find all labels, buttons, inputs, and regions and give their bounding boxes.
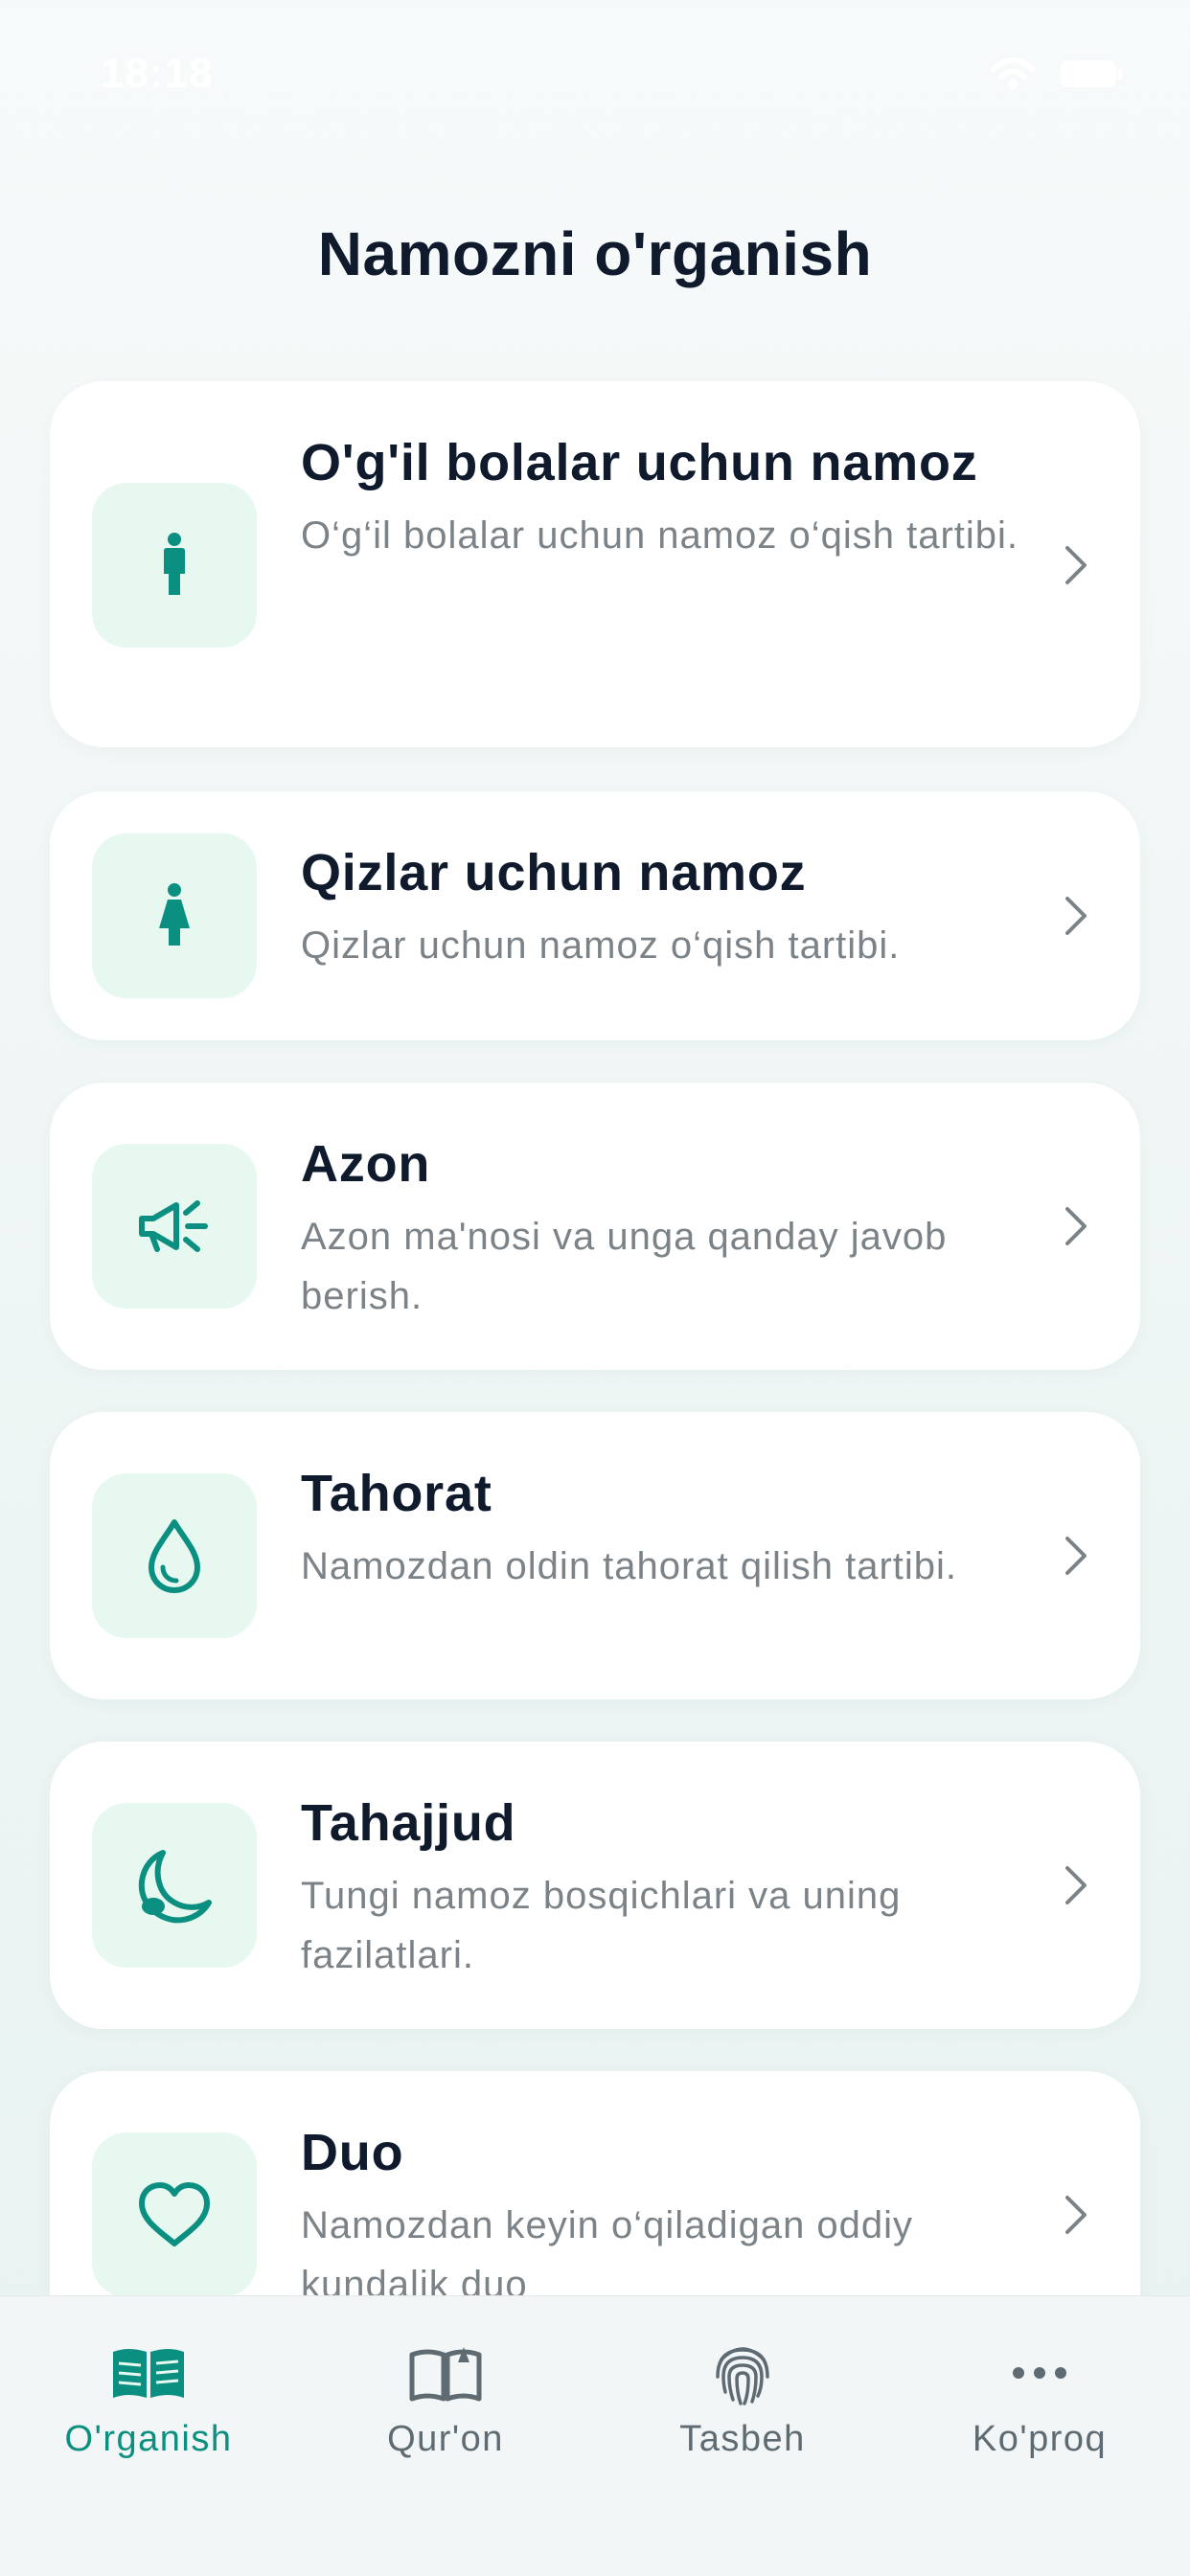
quran-book-icon xyxy=(409,2347,482,2402)
wifi-icon xyxy=(991,57,1035,89)
fingerprint-icon xyxy=(716,2347,769,2405)
card-title: Tahorat xyxy=(301,1465,492,1522)
heart-icon xyxy=(139,2182,210,2246)
card-description: Azon ma'nosi va unga qanday javob berish… xyxy=(301,1216,948,1317)
tab-koproq[interactable]: Ko'proq xyxy=(891,2296,1188,2517)
lesson-card-tahorat[interactable]: Tahorat Namozdan oldin tahorat qilish ta… xyxy=(50,1412,1140,1699)
card-title: Duo xyxy=(301,2124,404,2181)
chevron-right-icon xyxy=(1065,1537,1087,1575)
chevron-right-icon xyxy=(1065,897,1087,935)
tab-organish[interactable]: O'rganish xyxy=(0,2296,297,2517)
icon-box xyxy=(92,1144,257,1309)
status-icons xyxy=(991,57,1123,90)
moon-icon xyxy=(138,1850,212,1924)
icon-box xyxy=(92,833,257,998)
lesson-card-girls-prayer[interactable]: Qizlar uchun namoz Qizlar uchun namoz o‘… xyxy=(50,791,1140,1040)
tab-icon xyxy=(992,2325,1087,2421)
tab-label: Ko'proq xyxy=(972,2419,1108,2459)
more-icon xyxy=(1013,2367,1066,2379)
tab-quron[interactable]: Qur'on xyxy=(297,2296,594,2517)
tab-label: O'rganish xyxy=(64,2419,233,2459)
tab-icon xyxy=(695,2325,790,2421)
card-title: O'g'il bolalar uchun namoz xyxy=(301,434,978,491)
card-description: Qizlar uchun namoz o‘qish tartibi. xyxy=(301,924,901,967)
page-title: Namozni o'rganish xyxy=(317,219,873,288)
lesson-card-azon[interactable]: Azon Azon ma'nosi va unga qanday javob b… xyxy=(50,1083,1140,1370)
water-drop-icon xyxy=(149,1519,200,1593)
chevron-right-icon xyxy=(1065,546,1087,584)
tab-icon xyxy=(101,2325,196,2421)
lesson-card-boys-prayer[interactable]: O'g'il bolalar uchun namoz O‘g‘il bolala… xyxy=(50,381,1140,747)
lesson-card-tahajjud[interactable]: Tahajjud Tungi namoz bosqichlari va unin… xyxy=(50,1742,1140,2029)
tab-icon xyxy=(398,2325,493,2421)
girl-icon xyxy=(159,883,190,946)
icon-box xyxy=(92,1473,257,1638)
status-time: 18:18 xyxy=(101,50,214,97)
icon-box xyxy=(92,1803,257,1968)
card-description: Namozdan oldin tahorat qilish tartibi. xyxy=(301,1545,958,1587)
chevron-right-icon xyxy=(1065,2196,1087,2234)
tab-label: Tasbeh xyxy=(679,2419,806,2459)
tab-tasbeh[interactable]: Tasbeh xyxy=(594,2296,891,2517)
card-title: Qizlar uchun namoz xyxy=(301,844,807,901)
battery-icon xyxy=(1061,60,1122,87)
card-title: Tahajjud xyxy=(301,1794,516,1852)
icon-box xyxy=(92,483,257,648)
bottom-tab-bar: O'rganish Qur'on Tasbeh Ko'proq xyxy=(0,2295,1190,2576)
icon-box xyxy=(92,2132,257,2297)
card-title: Azon xyxy=(301,1135,431,1193)
megaphone-icon xyxy=(139,1200,208,1252)
card-description: Tungi namoz bosqichlari va uning fazilat… xyxy=(301,1875,902,1976)
chevron-right-icon xyxy=(1065,1866,1087,1904)
boy-icon xyxy=(164,533,185,595)
open-book-icon xyxy=(113,2349,184,2398)
tab-label: Qur'on xyxy=(387,2419,504,2459)
status-bar: 18:18 xyxy=(0,0,1190,144)
card-description: O‘g‘il bolalar uchun namoz o‘qish tartib… xyxy=(301,514,1019,557)
chevron-right-icon xyxy=(1065,1207,1087,1245)
